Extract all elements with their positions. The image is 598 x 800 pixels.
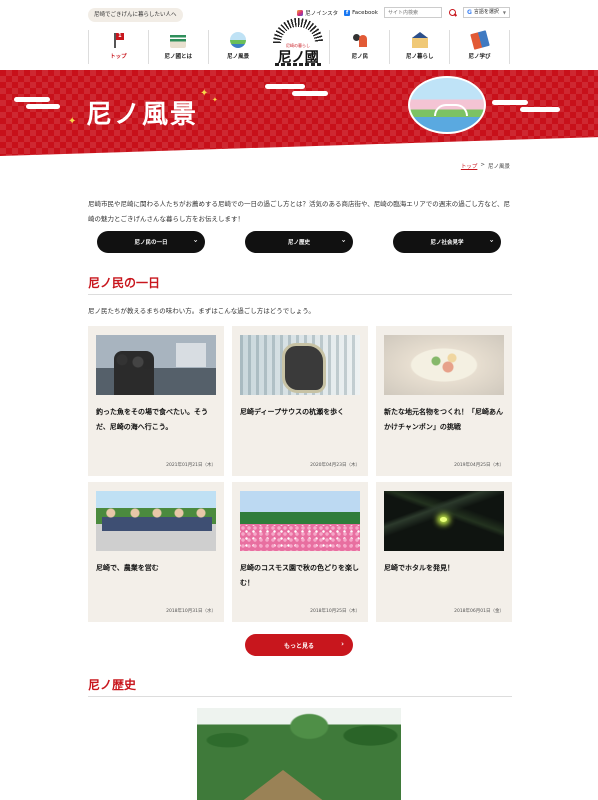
category-pills: 尼ノ民の一日 › 尼ノ歴史 › 尼ノ社会見学 › [97, 231, 501, 253]
article-thumbnail [384, 491, 504, 551]
article-title: 尼崎ディープサウスの杭瀬を歩く [240, 408, 345, 416]
cloud-decoration [520, 107, 560, 112]
nav-item-learning[interactable]: 尼ノ学び [449, 30, 510, 64]
article-title: 尼崎でホタルを発見！ [384, 564, 454, 572]
instagram-icon [297, 9, 304, 16]
chevron-right-icon: › [341, 640, 344, 648]
section-divider [88, 696, 512, 697]
flag-icon [110, 32, 126, 48]
article-card[interactable]: 尼崎のコスモス園で秋の色どりを楽しむ！ 2018年10月25日（木） [232, 482, 368, 622]
article-thumbnail [96, 335, 216, 395]
nav-item-people[interactable]: 尼ノ民 [329, 30, 389, 64]
breadcrumb-separator: > [480, 162, 485, 168]
article-title: 尼崎で、農業を営む [96, 564, 159, 572]
google-icon: G [466, 9, 472, 16]
pill-history[interactable]: 尼ノ歴史 › [245, 231, 353, 253]
breadcrumb: トップ > 尼ノ風景 [461, 162, 510, 170]
language-select[interactable]: G 言語を選択 ▼ [462, 7, 510, 18]
logo-waves [275, 63, 321, 66]
top-links: 尼ノインスタ f Facebook G 言語を選択 ▼ [297, 7, 510, 18]
article-card[interactable]: 釣った魚をその場で食べたい。そうだ、尼崎の海へ行こう。 2021年01月21日（… [88, 326, 224, 476]
pill-label: 尼ノ歴史 [287, 240, 310, 246]
nav-label: トップ [110, 54, 127, 60]
site-logo[interactable]: 尼崎の暮らし 尼ノ國 [269, 18, 327, 66]
article-card[interactable]: 尼崎で、農業を営む 2018年10月31日（水） [88, 482, 224, 622]
nav-item-scenery[interactable]: 尼ノ風景 [207, 30, 268, 64]
nav-label: 尼ノ民 [351, 54, 369, 60]
article-thumbnail [240, 335, 360, 395]
chevron-down-icon: › [487, 239, 496, 243]
intro-text: 尼崎市民や尼崎に関わる人たちがお薦めする尼崎での一日の過ごし方とは？活気のある商… [88, 200, 510, 223]
section-title-daily: 尼ノ民の一日 [88, 276, 161, 290]
article-date: 2018年10月25日（木） [310, 609, 360, 614]
sparkle-icon: ✦ [212, 96, 218, 104]
chevron-down-icon: › [191, 239, 200, 243]
cloud-decoration [26, 104, 60, 109]
search-icon[interactable] [448, 8, 457, 17]
pill-label: 尼ノ民の一日 [134, 240, 168, 246]
article-thumbnail [384, 335, 504, 395]
article-date: 2018年06月01日（金） [454, 609, 504, 614]
article-card[interactable]: 新たな地元名物をつくれ！「尼崎あんかけチャンポン」の挑戦 2019年04月25日… [376, 326, 512, 476]
page-title: 尼ノ風景 [86, 100, 199, 130]
language-label: 言語を選択 [473, 9, 499, 15]
cloud-decoration [14, 97, 50, 102]
instagram-link[interactable]: 尼ノインスタ [297, 9, 338, 17]
pill-field-trip[interactable]: 尼ノ社会見学 › [393, 231, 501, 253]
book-icon [469, 30, 490, 50]
nav-label: 尼ノ國とは [164, 54, 192, 60]
article-card[interactable]: 尼崎でホタルを発見！ 2018年06月01日（金） [376, 482, 512, 622]
section-divider [88, 294, 512, 295]
nav-item-top[interactable]: トップ [88, 30, 148, 64]
article-title: 新たな地元名物をつくれ！「尼崎あんかけチャンポン」の挑戦 [384, 408, 503, 431]
article-card[interactable]: 尼崎ディープサウスの杭瀬を歩く 2020年04月23日（木） [232, 326, 368, 476]
pill-daily-life[interactable]: 尼ノ民の一日 › [97, 231, 205, 253]
people-icon [352, 32, 368, 48]
article-title: 釣った魚をその場で食べたい。そうだ、尼崎の海へ行こう。 [96, 408, 208, 431]
pill-label: 尼ノ社会見学 [430, 240, 464, 246]
article-date: 2020年04月23日（木） [310, 463, 360, 468]
instagram-label: 尼ノインスタ [305, 10, 339, 17]
section-description: 尼ノ民たちが教えるまちの味わい方。まずはこんな過ごし方はどうでしょう。 [88, 307, 315, 315]
article-thumbnail [96, 491, 216, 551]
nav-item-living[interactable]: 尼ノ暮らし [389, 30, 449, 64]
search-input[interactable] [383, 7, 442, 18]
nav-label: 尼ノ学び [468, 54, 491, 60]
cloud-decoration [492, 100, 528, 105]
article-cards: 釣った魚をその場で食べたい。そうだ、尼崎の海へ行こう。 2021年01月21日（… [88, 326, 512, 622]
article-title: 尼崎のコスモス園で秋の色どりを楽しむ！ [240, 564, 359, 587]
more-button[interactable]: もっと見る › [245, 634, 353, 656]
history-feature-image[interactable] [197, 708, 401, 800]
sparkle-icon: ✦ [68, 116, 77, 127]
article-thumbnail [240, 491, 360, 551]
article-date: 2018年10月31日（水） [166, 609, 216, 614]
cloud-decoration [292, 91, 328, 96]
more-button-label: もっと見る [283, 642, 314, 650]
section-title-history: 尼ノ歴史 [88, 678, 137, 692]
nav-label: 尼ノ風景 [227, 54, 250, 60]
breadcrumb-home[interactable]: トップ [461, 162, 478, 170]
house-icon [411, 32, 428, 48]
breadcrumb-current: 尼ノ風景 [487, 164, 510, 170]
facebook-icon: f [344, 9, 351, 16]
cloud-decoration [265, 84, 305, 89]
facebook-label: Facebook [352, 9, 378, 16]
scenery-icon [230, 32, 247, 48]
hero-scenery-image [408, 76, 486, 134]
castle-icon [170, 32, 187, 48]
sparkle-icon: ✦ [200, 88, 209, 99]
article-date: 2021年01月21日（木） [166, 463, 216, 468]
facebook-link[interactable]: f Facebook [344, 9, 378, 16]
nav-label: 尼ノ暮らし [405, 54, 434, 60]
chevron-down-icon: › [339, 239, 348, 243]
chevron-down-icon: ▼ [502, 10, 506, 15]
site-tagline: 尼崎でごきげんに暮らしたい人へ [88, 8, 183, 22]
nav-item-about[interactable]: 尼ノ國とは [147, 30, 208, 64]
article-date: 2019年04月25日（木） [454, 463, 504, 468]
